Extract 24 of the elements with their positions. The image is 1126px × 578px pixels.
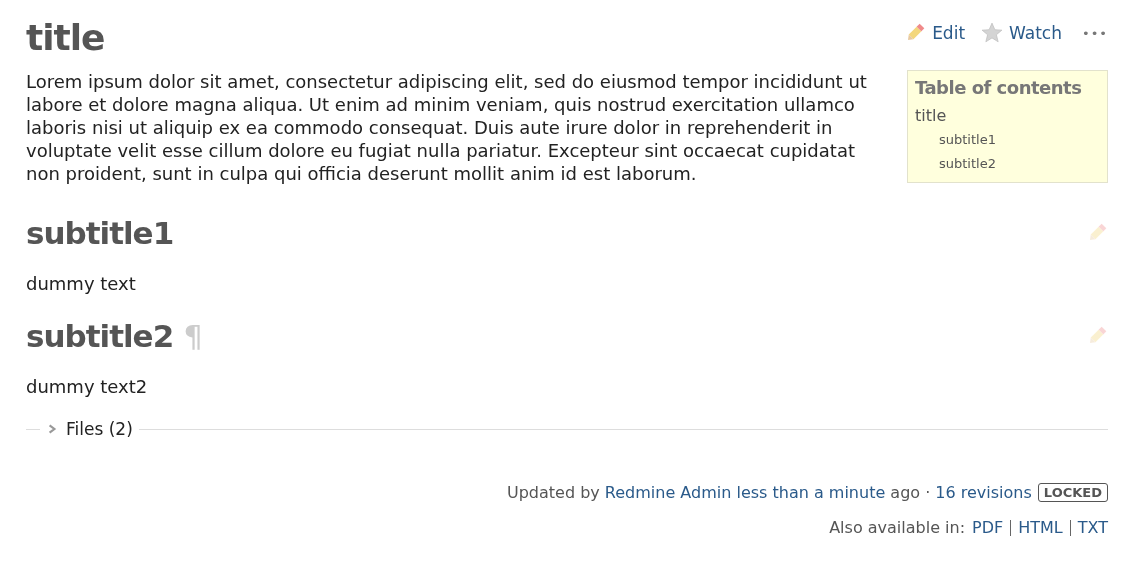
more-menu-button[interactable]: •••: [1082, 25, 1108, 41]
update-info: Updated by Redmine Admin less than a minute ago · 16 revisions: [506, 483, 1032, 502]
toc-link[interactable]: subtitle1: [939, 128, 1100, 152]
star-icon: [981, 22, 1004, 44]
export-label: Also available in:: [829, 518, 966, 537]
export-link[interactable]: PDF: [972, 518, 1004, 537]
time-link[interactable]: less than a minute: [736, 483, 886, 502]
export-link[interactable]: TXT: [1077, 518, 1108, 537]
paragraph: dummy text: [26, 273, 137, 294]
author-link[interactable]: Redmine Admin: [604, 483, 732, 502]
watch-link[interactable]: Watch: [981, 22, 1062, 44]
toc-link[interactable]: title: [915, 106, 1100, 125]
page-title: title: [26, 16, 105, 58]
toc-heading: Table of contents: [915, 77, 1083, 98]
paragraph: dummy text2: [26, 376, 149, 397]
section-heading: subtitle1: [26, 215, 174, 251]
export-link[interactable]: HTML: [1018, 518, 1063, 537]
locked-badge: LOCKED: [1037, 483, 1108, 502]
section-heading: subtitle2: [26, 318, 174, 354]
edit-link[interactable]: Edit: [904, 22, 966, 44]
revisions-link[interactable]: 16 revisions: [935, 483, 1032, 502]
files-toggle[interactable]: Files (2): [46, 419, 133, 439]
toc-link[interactable]: subtitle2: [939, 152, 1100, 176]
paragraph: Lorem ipsum dolor sit amet, consectetur adipiscing elit, sed do eiusmod tempor incididunt ut labore et dolore magna aliqua. Ut enim ad minim veniam, quis nostrud exercitation ullamco laboris nisi ut aliquip ex ea commodo consequat. Duis aute irure dolor in reprehenderit in voluptate velit esse cillum dolore eu fugiat nulla pariatur. Excepteur sint occaecat cupidatat non proident, sunt in culpa qui officia deserunt mollit anim id est laborum.: [26, 70, 868, 185]
